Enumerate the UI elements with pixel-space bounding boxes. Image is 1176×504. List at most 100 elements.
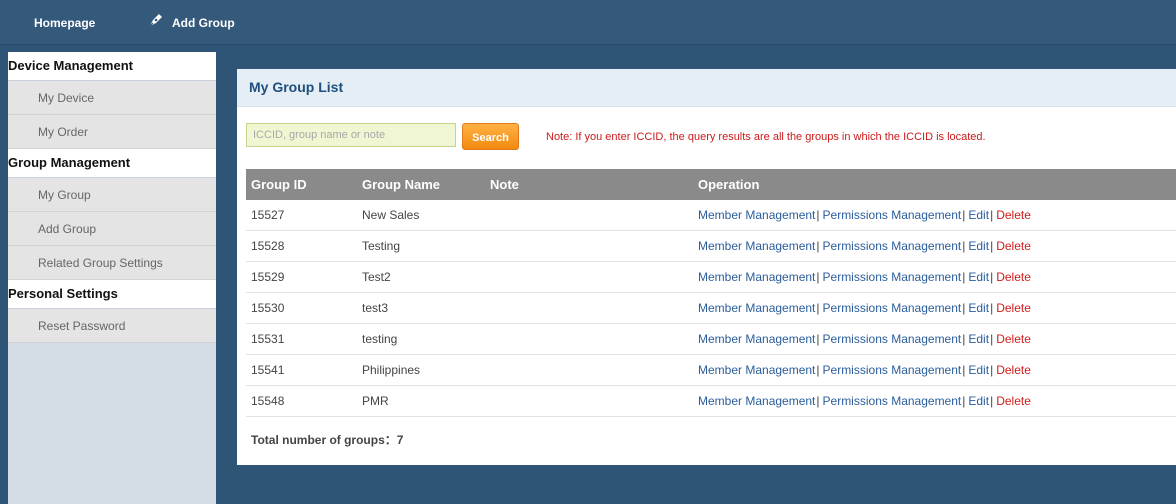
- separator: |: [990, 208, 994, 222]
- sidebar-item-add-group[interactable]: Add Group: [8, 212, 216, 246]
- table-body: 15527 New Sales Member Management| Permissi…: [246, 200, 1176, 417]
- separator: |: [962, 332, 966, 346]
- separator: |: [816, 301, 820, 315]
- sidebar-item-my-device[interactable]: My Device: [8, 81, 216, 115]
- cell-group-name: PMR: [362, 385, 490, 417]
- group-list-panel: My Group List Search Note: If you enter …: [237, 69, 1176, 465]
- cell-operation: Member Management| Permissions Management…: [698, 200, 1176, 231]
- separator: |: [816, 394, 820, 408]
- table-row: 15529 Test2 Member Management| Permissions …: [246, 261, 1176, 293]
- cell-operation: Member Management| Permissions Management…: [698, 323, 1176, 355]
- separator: |: [816, 239, 820, 253]
- delete-link[interactable]: Delete: [996, 363, 1031, 377]
- delete-link[interactable]: Delete: [996, 394, 1031, 408]
- permissions-management-link[interactable]: Permissions Management: [823, 270, 962, 284]
- sidebar-item-my-group[interactable]: My Group: [8, 178, 216, 212]
- permissions-management-link[interactable]: Permissions Management: [823, 301, 962, 315]
- cell-operation: Member Management| Permissions Management…: [698, 354, 1176, 386]
- cell-note: [490, 200, 698, 231]
- table-row: 15531 testing Member Management| Permission…: [246, 323, 1176, 355]
- member-management-link[interactable]: Member Management: [698, 301, 815, 315]
- member-management-link[interactable]: Member Management: [698, 208, 815, 222]
- cell-note: [490, 261, 698, 293]
- cell-group-name: test3: [362, 292, 490, 324]
- cell-note: [490, 354, 698, 386]
- cell-note: [490, 385, 698, 417]
- separator: |: [990, 301, 994, 315]
- cell-group-id: 15541: [246, 354, 362, 386]
- cell-note: [490, 323, 698, 355]
- separator: |: [990, 394, 994, 408]
- separator: |: [816, 363, 820, 377]
- edit-link[interactable]: Edit: [968, 270, 989, 284]
- separator: |: [962, 208, 966, 222]
- sidebar-section-device-management: Device Management: [8, 52, 216, 81]
- member-management-link[interactable]: Member Management: [698, 270, 815, 284]
- permissions-management-link[interactable]: Permissions Management: [823, 208, 962, 222]
- sidebar-item-my-order[interactable]: My Order: [8, 115, 216, 149]
- page-title: My Group List: [237, 69, 1176, 107]
- delete-link[interactable]: Delete: [996, 270, 1031, 284]
- cell-note: [490, 292, 698, 324]
- separator: |: [816, 208, 820, 222]
- cell-operation: Member Management| Permissions Management…: [698, 385, 1176, 417]
- table-row: 15548 PMR Member Management| Permissions Ma…: [246, 385, 1176, 417]
- table-row: 15541 Philippines Member Management| Permis…: [246, 354, 1176, 386]
- add-group-link[interactable]: Add Group: [148, 0, 235, 44]
- separator: |: [816, 332, 820, 346]
- top-navigation-bar: Homepage Add Group: [0, 0, 1176, 45]
- delete-link[interactable]: Delete: [996, 239, 1031, 253]
- table-row: 15528 Testing Member Management| Permission…: [246, 230, 1176, 262]
- member-management-link[interactable]: Member Management: [698, 394, 815, 408]
- sidebar: Device Management My Device My Order Gro…: [8, 52, 216, 504]
- member-management-link[interactable]: Member Management: [698, 363, 815, 377]
- sidebar-item-related-group-settings[interactable]: Related Group Settings: [8, 246, 216, 280]
- cell-group-id: 15529: [246, 261, 362, 293]
- separator: |: [962, 301, 966, 315]
- sidebar-item-reset-password[interactable]: Reset Password: [8, 309, 216, 343]
- homepage-link[interactable]: Homepage: [34, 0, 95, 44]
- member-management-link[interactable]: Member Management: [698, 332, 815, 346]
- cell-group-name: Philippines: [362, 354, 490, 386]
- member-management-link[interactable]: Member Management: [698, 239, 815, 253]
- total-groups-count: Total number of groups：7: [251, 433, 404, 447]
- permissions-management-link[interactable]: Permissions Management: [823, 332, 962, 346]
- table-row: 15527 New Sales Member Management| Permissi…: [246, 200, 1176, 231]
- search-note: Note: If you enter ICCID, the query resu…: [546, 131, 986, 143]
- delete-link[interactable]: Delete: [996, 332, 1031, 346]
- permissions-management-link[interactable]: Permissions Management: [823, 394, 962, 408]
- edit-link[interactable]: Edit: [968, 332, 989, 346]
- separator: |: [816, 270, 820, 284]
- sidebar-section-group-management: Group Management: [8, 149, 216, 178]
- separator: |: [962, 394, 966, 408]
- permissions-management-link[interactable]: Permissions Management: [823, 363, 962, 377]
- edit-link[interactable]: Edit: [968, 208, 989, 222]
- cell-group-id: 15527: [246, 200, 362, 231]
- column-header-operation: Operation: [698, 169, 1176, 200]
- add-group-label: Add Group: [172, 16, 235, 30]
- column-header-group-id: Group ID: [246, 169, 362, 200]
- delete-link[interactable]: Delete: [996, 208, 1031, 222]
- separator: |: [990, 270, 994, 284]
- search-button[interactable]: Search: [462, 123, 519, 150]
- column-header-note: Note: [490, 169, 698, 200]
- separator: |: [962, 363, 966, 377]
- edit-link[interactable]: Edit: [968, 301, 989, 315]
- cell-operation: Member Management| Permissions Management…: [698, 292, 1176, 324]
- separator: |: [990, 363, 994, 377]
- cell-group-name: New Sales: [362, 200, 490, 231]
- separator: |: [990, 239, 994, 253]
- search-input[interactable]: [246, 123, 456, 147]
- cell-group-name: Test2: [362, 261, 490, 293]
- cell-group-id: 15528: [246, 230, 362, 262]
- edit-link[interactable]: Edit: [968, 239, 989, 253]
- cell-note: [490, 230, 698, 262]
- cell-group-name: testing: [362, 323, 490, 355]
- pen-icon: [148, 1, 164, 47]
- cell-group-id: 15548: [246, 385, 362, 417]
- edit-link[interactable]: Edit: [968, 363, 989, 377]
- delete-link[interactable]: Delete: [996, 301, 1031, 315]
- separator: |: [990, 332, 994, 346]
- edit-link[interactable]: Edit: [968, 394, 989, 408]
- permissions-management-link[interactable]: Permissions Management: [823, 239, 962, 253]
